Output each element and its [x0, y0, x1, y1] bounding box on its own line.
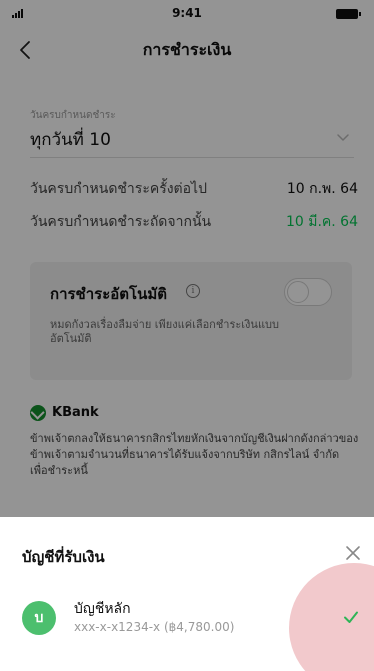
- account-option[interactable]: บ บัญชีหลัก xxx-x-x1234-x (฿4,780.00): [22, 595, 352, 651]
- check-icon: [344, 611, 358, 623]
- sheet-title: บัญชีที่รับเงิน: [22, 548, 105, 566]
- account-name: บัญชีหลัก: [74, 601, 131, 617]
- account-bottom-sheet: บัญชีที่รับเงิน บ บัญชีหลัก xxx-x-x1234-…: [0, 517, 374, 671]
- account-avatar: บ: [22, 601, 56, 635]
- close-icon[interactable]: [344, 544, 362, 562]
- account-detail: xxx-x-x1234-x (฿4,780.00): [74, 620, 235, 634]
